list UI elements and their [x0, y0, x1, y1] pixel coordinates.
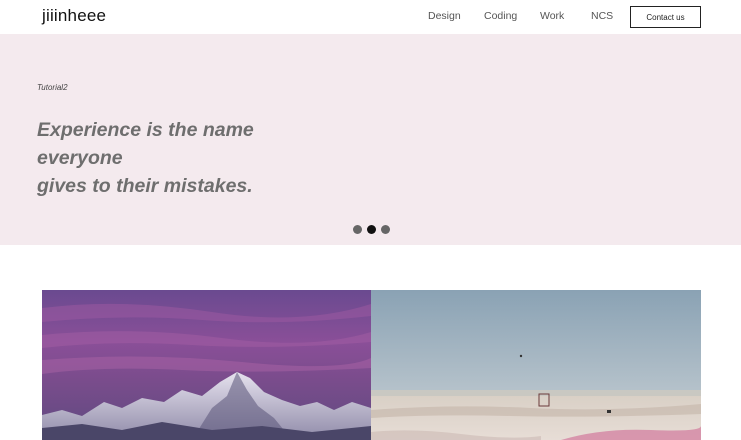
photo-gallery [42, 290, 701, 440]
hero-slider: Tutorial2 Experience is the name everyon… [0, 34, 741, 245]
hero-tag: Tutorial2 [37, 83, 68, 92]
hero-quote: Experience is the name everyone gives to… [37, 116, 327, 200]
hero-quote-line-2: gives to their mistakes. [37, 175, 253, 197]
salt-lake-photo [371, 290, 701, 440]
nav-item-ncs[interactable]: NCS [591, 10, 613, 22]
gallery-image-mountain[interactable] [42, 290, 371, 440]
slider-dot-1[interactable] [353, 225, 362, 234]
nav-item-coding[interactable]: Coding [484, 10, 517, 22]
contact-us-button[interactable]: Contact us [630, 6, 701, 28]
nav-item-design[interactable]: Design [428, 10, 461, 22]
gallery-image-salt-lake[interactable] [371, 290, 701, 440]
site-logo[interactable]: jiiinheee [42, 6, 106, 26]
slider-dot-3[interactable] [381, 225, 390, 234]
site-header: jiiinheee Design Coding Work NCS Contact… [0, 0, 741, 34]
mountain-photo [42, 290, 371, 440]
nav-item-work[interactable]: Work [540, 10, 564, 22]
slider-dot-2[interactable] [367, 225, 376, 234]
hero-quote-line-1: Experience is the name everyone [37, 119, 254, 169]
